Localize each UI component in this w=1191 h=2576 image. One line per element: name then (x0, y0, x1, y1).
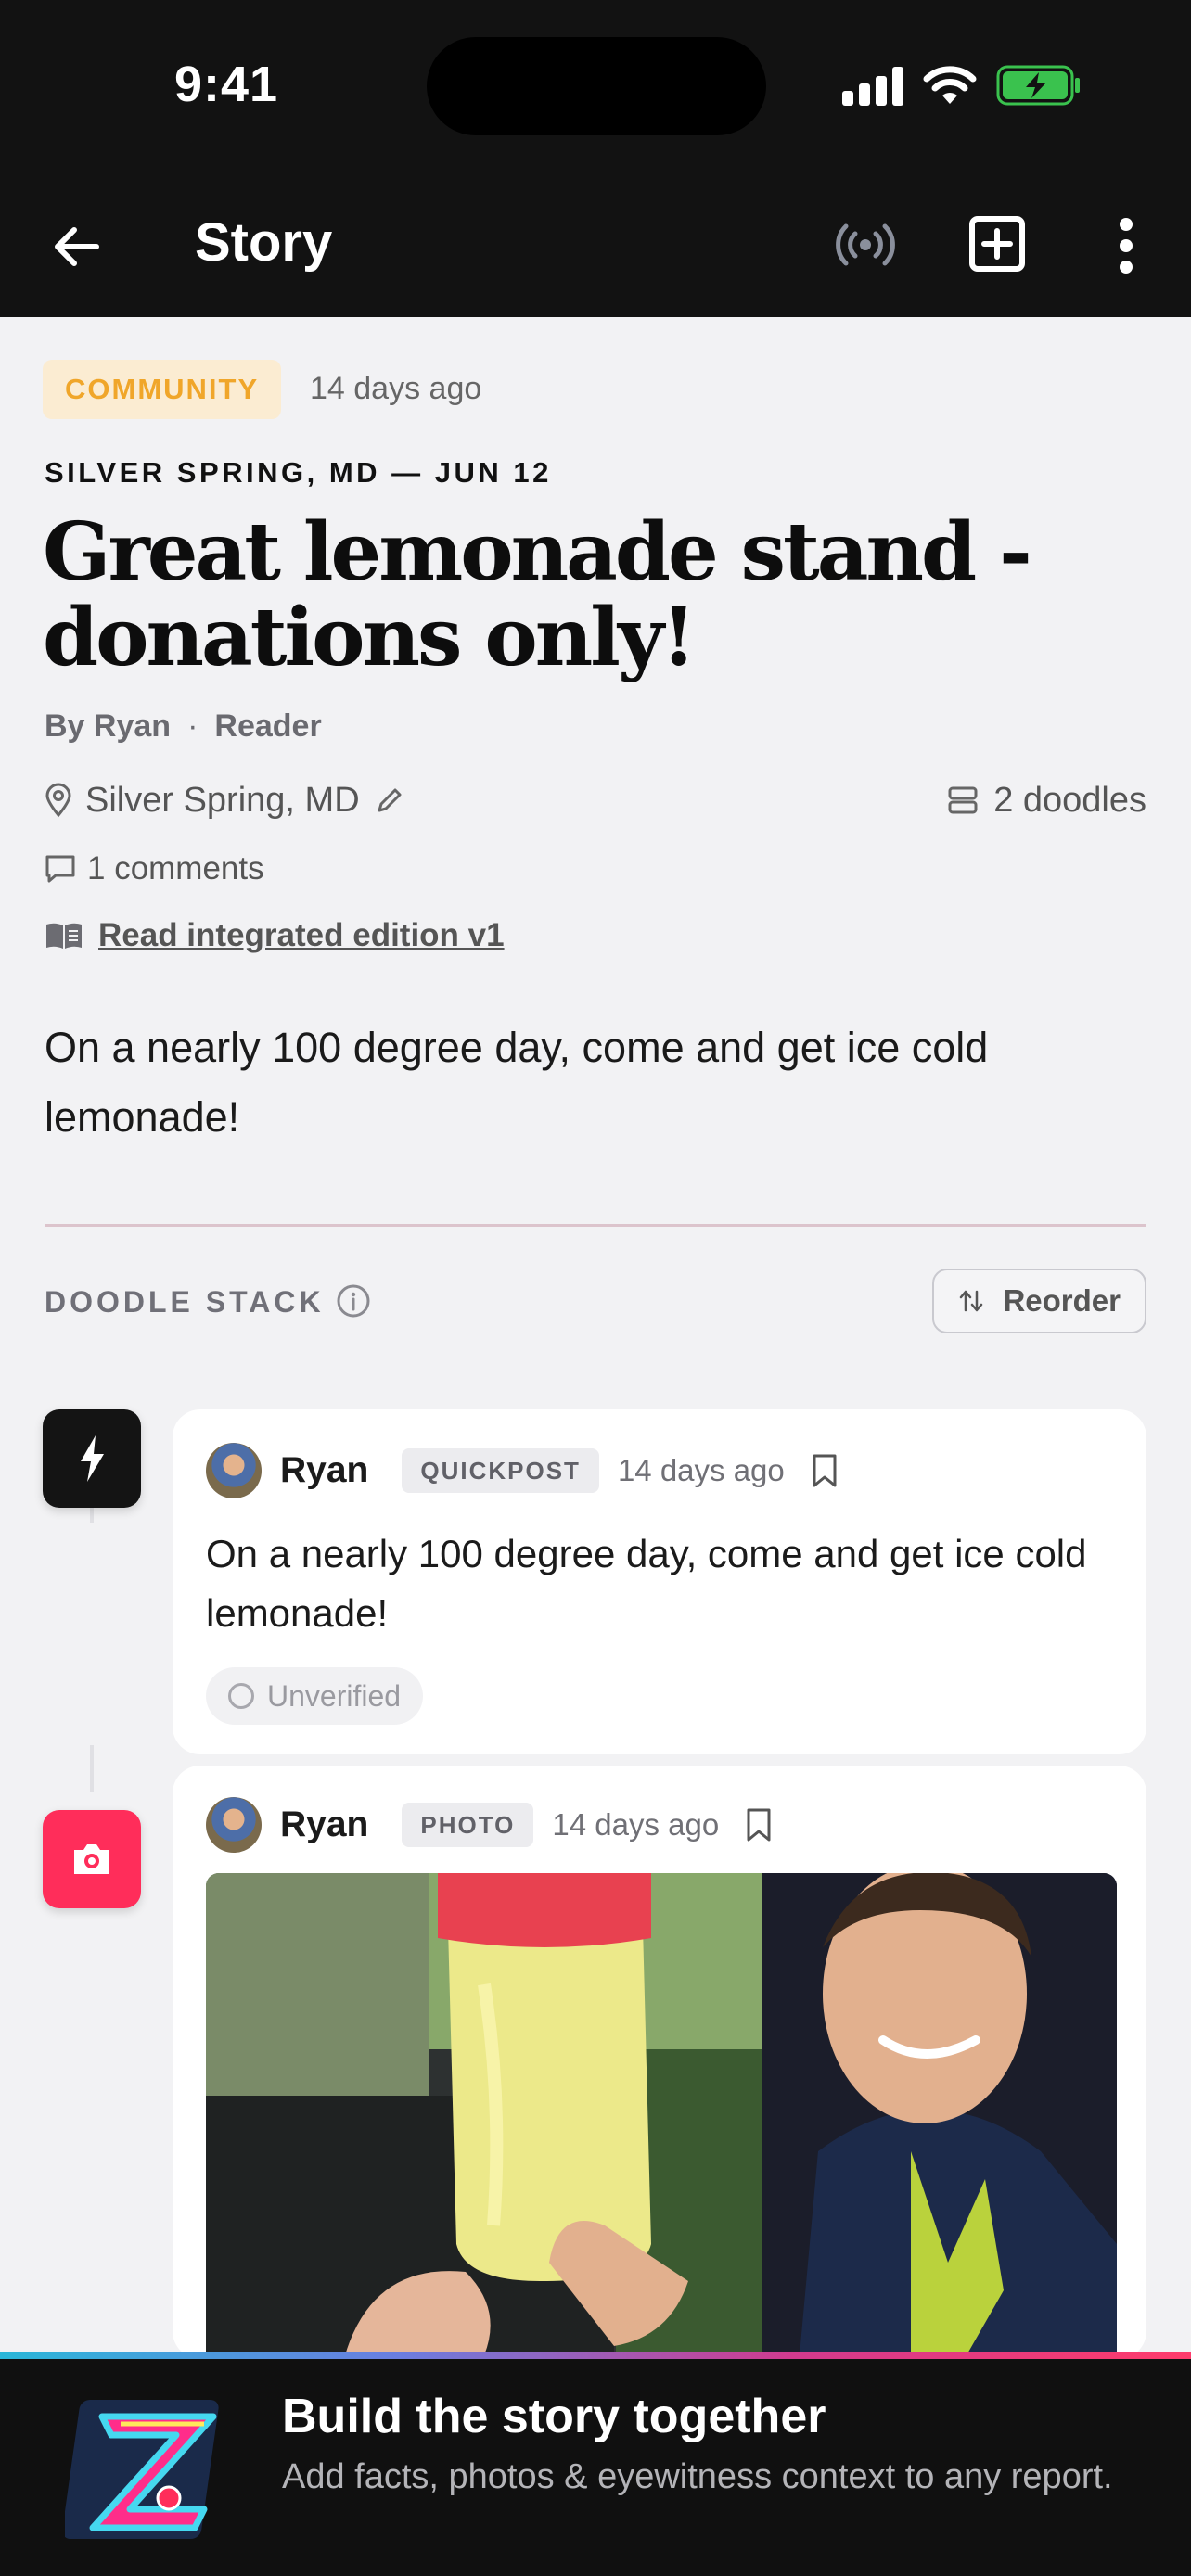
back-arrow-icon[interactable] (48, 219, 104, 274)
doodles-count: 2 doodles (993, 780, 1146, 820)
card-timestamp: 14 days ago (552, 1807, 720, 1842)
card-timestamp: 14 days ago (617, 1453, 785, 1487)
byline-separator: · (187, 708, 198, 744)
app-logo-icon (65, 2400, 219, 2539)
photo-card[interactable]: Ryan PHOTO 14 days ago (173, 1766, 1146, 2359)
post-type-chip: PHOTO (402, 1803, 534, 1847)
verification-label: Unverified (267, 1678, 402, 1713)
story-photo[interactable] (206, 1873, 1117, 2355)
quickpost-rail-marker[interactable] (43, 1409, 141, 1508)
cellular-signal-icon (842, 65, 905, 106)
wifi-icon (923, 66, 977, 104)
status-time: 9:41 (174, 57, 279, 112)
layers-stack-icon (948, 786, 978, 814)
battery-charging-icon (996, 65, 1080, 106)
card-author[interactable]: Ryan (280, 1450, 368, 1491)
promo-banner[interactable]: Build the story together Add facts, phot… (0, 2352, 1191, 2576)
card-body-text: On a nearly 100 degree day, come and get… (206, 1532, 1087, 1635)
dateline: SILVER SPRING, MD — JUN 12 (45, 456, 552, 489)
dynamic-island (427, 37, 766, 135)
card-author[interactable]: Ryan (280, 1804, 368, 1845)
page-title: Story (195, 212, 333, 273)
byline: By Ryan · Reader (45, 708, 322, 745)
author-role: Reader (214, 708, 322, 744)
doodle-stack-label: DOODLE STACK (45, 1285, 325, 1319)
photo-content (206, 1873, 1117, 2355)
post-type-chip: QUICKPOST (402, 1448, 599, 1493)
app-bar: Story (0, 174, 1191, 317)
rail-connector (90, 1745, 94, 1792)
open-book-icon (46, 923, 82, 949)
info-icon[interactable] (336, 1283, 371, 1319)
verification-status-chip[interactable]: Unverified (206, 1667, 424, 1725)
card-header: Ryan PHOTO 14 days ago (206, 1795, 773, 1855)
reorder-label: Reorder (1003, 1283, 1121, 1318)
bookmark-icon[interactable] (811, 1453, 839, 1488)
edition-link[interactable]: Read integrated edition v1 (98, 917, 505, 954)
reorder-button[interactable]: Reorder (932, 1269, 1146, 1333)
status-bar: 9:41 (0, 0, 1191, 174)
banner-gradient-strip (0, 2352, 1191, 2359)
headline: Great lemonade stand - donations only! (43, 505, 1032, 684)
comments-row[interactable]: 1 comments (45, 848, 264, 890)
bookmark-icon[interactable] (745, 1807, 773, 1843)
section-divider (45, 1224, 1146, 1227)
photo-rail-marker[interactable] (43, 1810, 141, 1908)
quickpost-card[interactable]: Ryan QUICKPOST 14 days ago On a nearly 1… (173, 1409, 1146, 1754)
more-vertical-icon[interactable] (1108, 213, 1145, 278)
location-pin-icon (45, 783, 71, 818)
banner-subtitle: Add facts, photos & eyewitness context t… (282, 2457, 1113, 2496)
comment-icon (45, 855, 75, 883)
banner-title: Build the story together (282, 2390, 826, 2443)
camera-icon (74, 1844, 109, 1874)
location-text: Silver Spring, MD (85, 780, 360, 820)
avatar[interactable] (206, 1797, 262, 1853)
live-broadcast-icon[interactable] (835, 217, 896, 273)
lightning-icon (81, 1435, 104, 1482)
story-summary: On a nearly 100 degree day, come and get… (45, 1024, 989, 1141)
comments-count: 1 comments (87, 850, 264, 886)
avatar[interactable] (206, 1443, 262, 1498)
add-square-icon[interactable] (968, 215, 1026, 273)
category-badge[interactable]: COMMUNITY (43, 360, 282, 419)
story-timestamp: 14 days ago (310, 371, 482, 406)
reorder-arrows-icon (960, 1290, 983, 1312)
doodles-count-row[interactable]: 2 doodles (947, 777, 1146, 823)
location-row[interactable]: Silver Spring, MD (45, 777, 404, 823)
edition-row[interactable]: Read integrated edition v1 (45, 912, 505, 959)
author-name[interactable]: By Ryan (45, 708, 171, 744)
unverified-circle-icon (228, 1683, 254, 1709)
edit-pencil-icon[interactable] (375, 785, 404, 815)
card-header: Ryan QUICKPOST 14 days ago (206, 1441, 839, 1500)
